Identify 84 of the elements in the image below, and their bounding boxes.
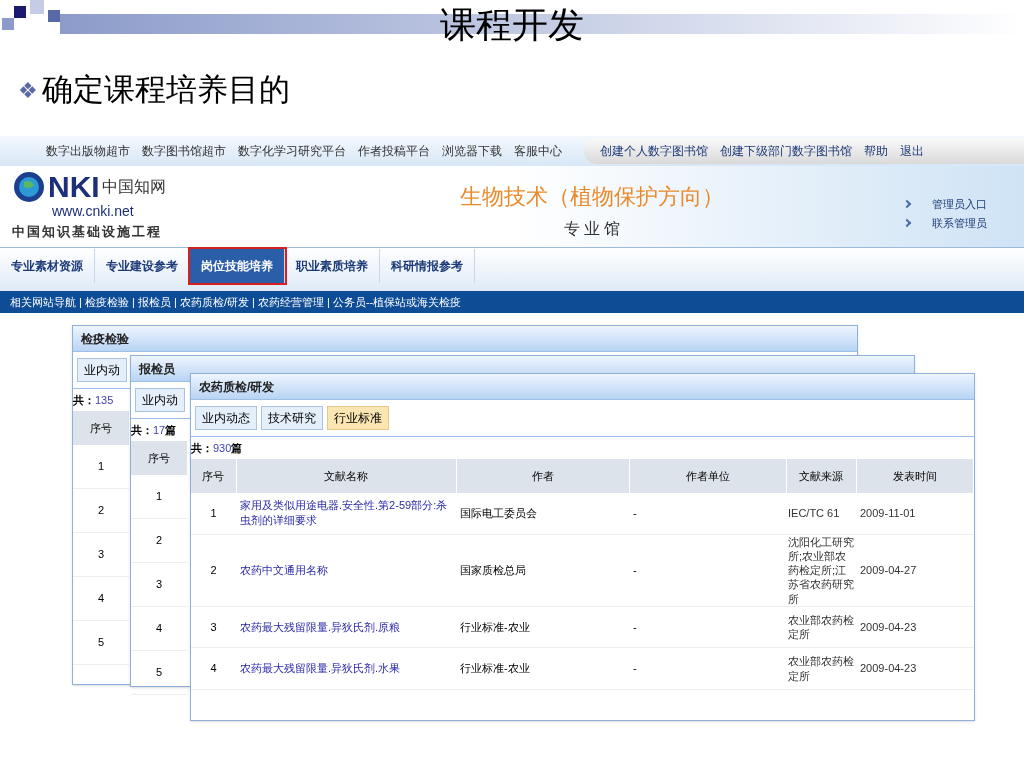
main-tab[interactable]: 专业素材资源 (0, 249, 95, 283)
table-cell: 国际电工委员会 (456, 493, 629, 534)
table-cell: 2009-04-23 (856, 648, 974, 690)
table-cell: - (629, 606, 786, 648)
main-tab[interactable]: 科研情报参考 (380, 249, 475, 283)
table-cell: 2009-04-27 (856, 534, 974, 607)
table-cell: 3 (131, 563, 187, 607)
table-cell: 2 (131, 519, 187, 563)
table-cell: 3 (73, 533, 129, 577)
table-cell: 1 (191, 493, 236, 534)
count-value: 930 (213, 440, 232, 456)
table-cell: 2 (73, 489, 129, 533)
panel-title: 农药质检/研发 (191, 374, 974, 400)
panel-tab[interactable]: 业内动 (77, 358, 127, 382)
column-header: 作者单位 (629, 459, 786, 493)
main-tab[interactable]: 职业素质培养 (285, 249, 380, 283)
nav-link[interactable]: 客服中心 (514, 142, 562, 160)
column-header: 序号 (131, 441, 187, 475)
main-tab[interactable]: 岗位技能培养 (190, 249, 285, 283)
count-label: 共： (73, 392, 95, 408)
table-cell: IEC/TC 61 (786, 493, 856, 534)
column-header: 序号 (73, 411, 129, 445)
panel-tab[interactable]: 业内动态 (195, 406, 257, 430)
count-unit: 篇 (165, 422, 177, 438)
bullet-icon: ❖ (18, 73, 38, 107)
column-header: 文献来源 (786, 459, 856, 493)
column-header: 发表时间 (856, 459, 974, 493)
document-link[interactable]: 农药最大残留限量.异狄氏剂.原粮 (236, 606, 456, 648)
slide-title: 课程开发 (440, 3, 584, 47)
document-link[interactable]: 农药中文通用名称 (236, 534, 456, 607)
logo-name: 中国知网 (101, 176, 166, 198)
panel-tab[interactable]: 行业标准 (327, 406, 389, 430)
table-cell: 农业部农药检定所 (786, 648, 856, 690)
table-cell: 沈阳化工研究所;农业部农药检定所;江苏省农药研究所 (786, 534, 856, 607)
account-link[interactable]: 创建下级部门数字图书馆 (720, 142, 852, 160)
table-cell: 4 (73, 577, 129, 621)
banner-title: 生物技术（植物保护方向） (460, 183, 724, 211)
globe-icon (12, 170, 46, 204)
document-link[interactable]: 家用及类似用途电器.安全性.第2-59部分:杀虫剂的详细要求 (236, 493, 456, 534)
panel-tab[interactable]: 业内动 (135, 388, 185, 412)
count-value: 135 (95, 392, 114, 408)
table-cell: 5 (131, 651, 187, 695)
table-cell: 3 (191, 606, 236, 648)
document-link[interactable]: 农药最大残留限量.异狄氏剂.水果 (236, 648, 456, 690)
table-cell: 行业标准-农业 (456, 606, 629, 648)
logo-url: www.cnki.net (51, 204, 135, 218)
count-label: 共： (191, 440, 213, 456)
table-cell: - (629, 648, 786, 690)
nav-link[interactable]: 浏览器下载 (442, 142, 502, 160)
banner-subtitle: 专 业 馆 (563, 219, 621, 239)
table-cell: - (629, 493, 786, 534)
table-cell: 5 (73, 621, 129, 665)
table-cell: 4 (191, 648, 236, 690)
table-cell: 2009-04-23 (856, 606, 974, 648)
account-link[interactable]: 退出 (900, 142, 924, 160)
bullet-text: 确定课程培养目的 (42, 70, 290, 109)
column-header: 序号 (191, 459, 236, 493)
nav-link[interactable]: 数字出版物超市 (46, 142, 130, 160)
nav-link[interactable]: 作者投稿平台 (358, 142, 430, 160)
table-cell: 1 (131, 475, 187, 519)
count-unit: 篇 (231, 440, 243, 456)
logo-mark: NKI (48, 172, 100, 202)
logo-tagline: 中国知识基础设施工程 (12, 223, 163, 241)
table-cell: 1 (73, 445, 129, 489)
count-value: 17 (153, 422, 166, 438)
panel-title: 检疫检验 (73, 326, 857, 352)
account-link[interactable]: 创建个人数字图书馆 (600, 142, 708, 160)
admin-link[interactable]: 管理员入口 (932, 196, 987, 213)
table-cell: 4 (131, 607, 187, 651)
table-cell: - (629, 534, 786, 607)
admin-link[interactable]: 联系管理员 (932, 214, 987, 231)
count-label: 共： (131, 422, 153, 438)
column-header: 作者 (456, 459, 629, 493)
sub-nav-links[interactable]: 相关网站导航 | 检疫检验 | 报检员 | 农药质检/研发 | 农药经营管理 | 公务员--植保站或海关检疫 (10, 293, 462, 311)
column-header: 文献名称 (236, 459, 456, 493)
table-cell: 2 (191, 534, 236, 607)
table-cell: 农业部农药检定所 (786, 606, 856, 648)
table-cell: 国家质检总局 (456, 534, 629, 607)
table-cell: 行业标准-农业 (456, 648, 629, 690)
panel-tab[interactable]: 技术研究 (261, 406, 323, 430)
table-cell: 2009-11-01 (856, 493, 974, 534)
nav-link[interactable]: 数字化学习研究平台 (238, 142, 346, 160)
nav-link[interactable]: 数字图书馆超市 (142, 142, 226, 160)
account-link[interactable]: 帮助 (864, 142, 888, 160)
